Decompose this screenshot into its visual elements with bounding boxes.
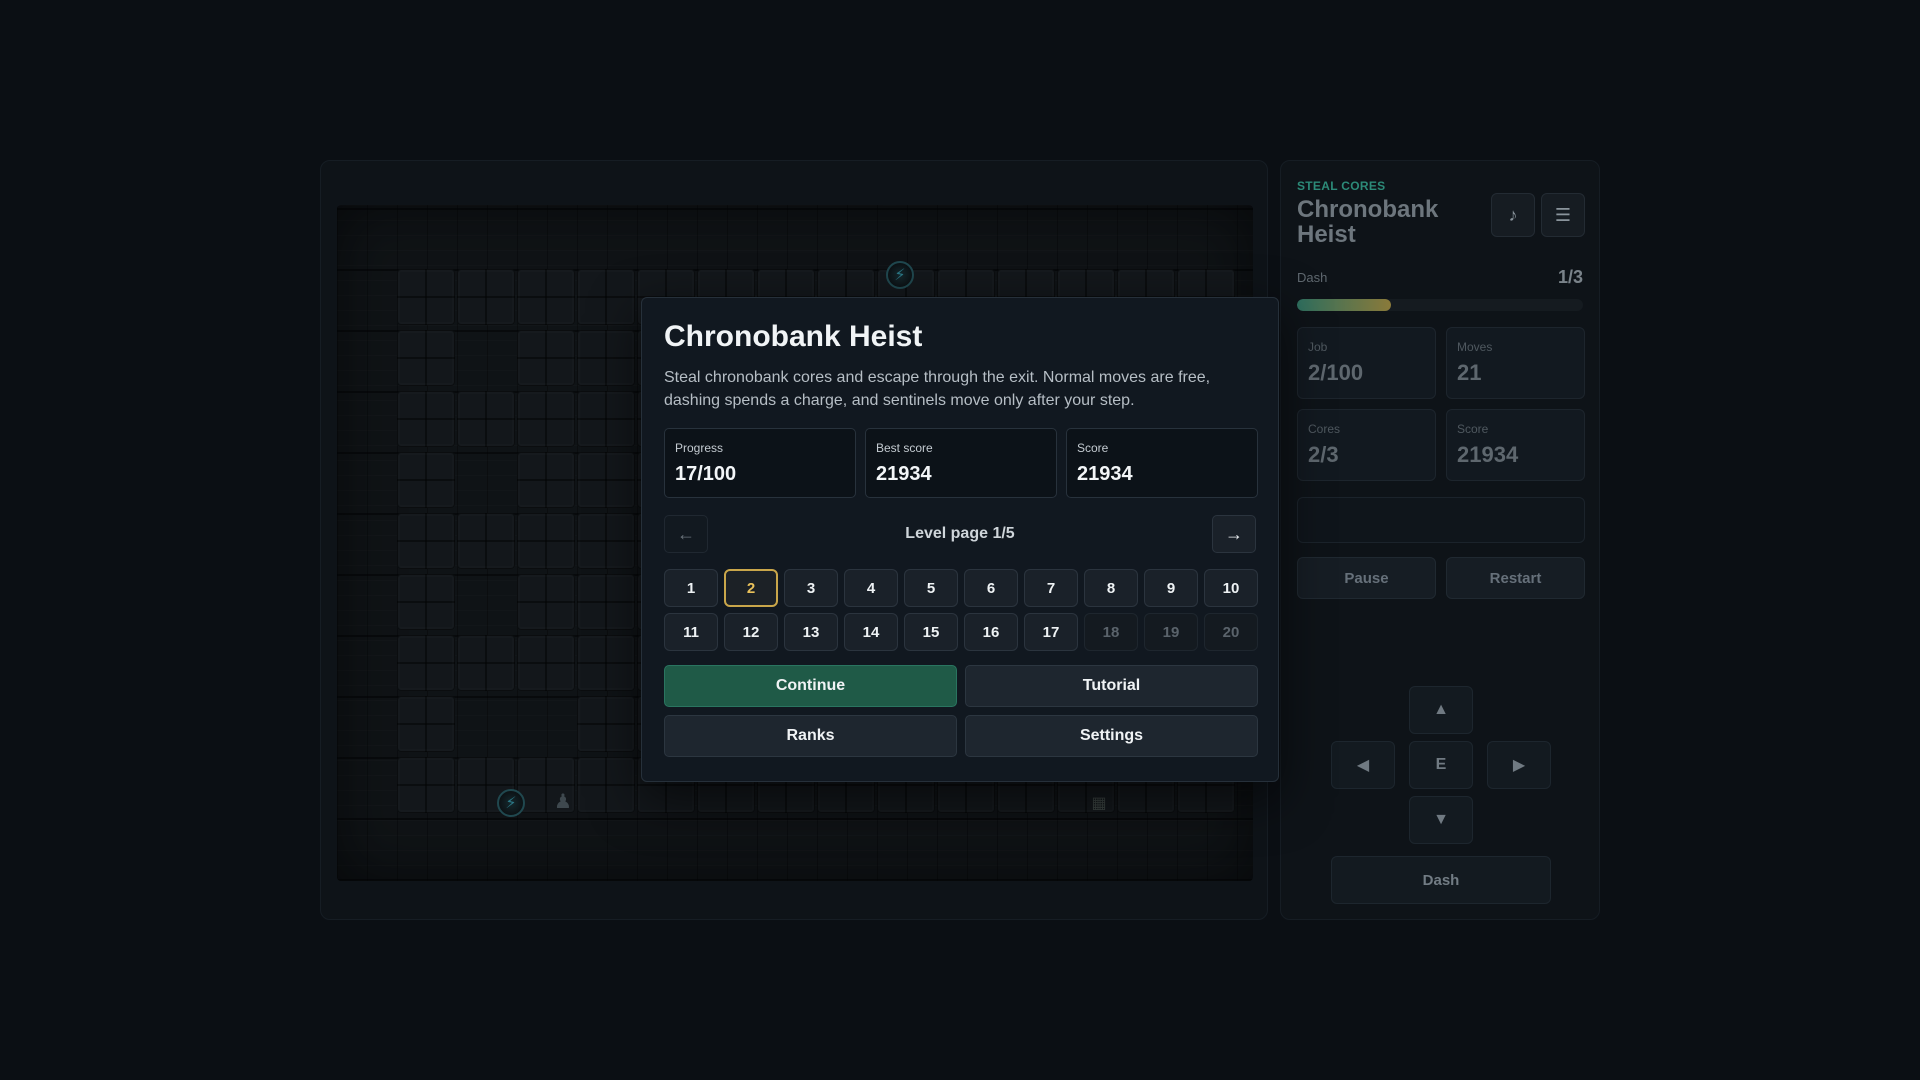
stat-label: Job xyxy=(1308,340,1328,354)
page-label: Level page 1/5 xyxy=(905,525,1015,542)
hamburger-menu-icon: ☰ xyxy=(1554,204,1572,225)
stat-value: 17/100 xyxy=(675,463,737,485)
level-button-17[interactable]: 17 xyxy=(1024,613,1078,651)
move-down-button[interactable]: ▼ xyxy=(1409,796,1473,844)
settings-button[interactable]: Settings xyxy=(965,715,1258,757)
stat-value: 21934 xyxy=(1457,442,1519,467)
stat-label: Progress xyxy=(675,441,724,455)
objective-eyebrow: STEAL CORES xyxy=(1297,179,1386,193)
level-button-9[interactable]: 9 xyxy=(1144,569,1198,607)
stat-card-cores: Cores 2/3 xyxy=(1297,409,1436,481)
dialog-actions: Continue Tutorial Ranks Settings xyxy=(664,665,1258,757)
next-page-button[interactable]: → xyxy=(1211,515,1256,553)
stat-value: 2/3 xyxy=(1308,442,1339,467)
stat-label: Cores xyxy=(1308,422,1341,436)
menu-button[interactable]: ☰ xyxy=(1541,193,1585,237)
music-note-icon: ♪ xyxy=(1508,204,1518,225)
tutorial-button[interactable]: Tutorial xyxy=(965,665,1258,707)
level-button-12[interactable]: 12 xyxy=(724,613,778,651)
level-button-2[interactable]: 2 xyxy=(724,569,778,607)
level-button-14[interactable]: 14 xyxy=(844,613,898,651)
message-box xyxy=(1297,497,1585,543)
level-pager: ← Level page 1/5 → xyxy=(664,515,1256,553)
stat-card-score: Score 21934 xyxy=(1446,409,1585,481)
dash-count: 1/3 xyxy=(1557,267,1583,287)
level-button-18[interactable]: 18 xyxy=(1084,613,1138,651)
stat-label: Moves xyxy=(1457,340,1493,354)
music-button[interactable]: ♪ xyxy=(1491,193,1535,237)
level-grid: 1 2 3 4 5 6 7 8 9 10 11 12 13 14 15 16 17 18 19 20 xyxy=(664,569,1258,651)
level-select-dialog: Chronobank Heist Steal chronobank cores … xyxy=(641,297,1279,782)
dash-progress-bar xyxy=(1297,299,1583,311)
side-panel: STEAL CORES Chronobank Heist ♪ ☰ Dash 1/… xyxy=(1280,160,1600,920)
level-button-19[interactable]: 19 xyxy=(1144,613,1198,651)
restart-button[interactable]: Restart xyxy=(1446,557,1585,599)
stat-label: Score xyxy=(1077,441,1109,455)
level-button-4[interactable]: 4 xyxy=(844,569,898,607)
level-button-13[interactable]: 13 xyxy=(784,613,838,651)
panel-title: Chronobank Heist xyxy=(1297,196,1439,248)
level-button-7[interactable]: 7 xyxy=(1024,569,1078,607)
dialog-description: Steal chronobank cores and escape throug… xyxy=(664,369,1211,409)
stat-card-moves: Moves 21 xyxy=(1446,327,1585,399)
level-button-5[interactable]: 5 xyxy=(904,569,958,607)
stat-value: 2/100 xyxy=(1308,360,1364,385)
move-up-button[interactable]: ▲ xyxy=(1409,686,1473,734)
move-right-button[interactable]: ▶ xyxy=(1487,741,1551,789)
stat-label: Score xyxy=(1457,422,1489,436)
continue-button[interactable]: Continue xyxy=(664,665,957,707)
stat-value: 21934 xyxy=(876,463,932,485)
dialog-stats: Progress 17/100 Best score 21934 Score 21934 xyxy=(664,428,1258,498)
prev-page-button[interactable]: ← xyxy=(664,515,708,553)
level-button-6[interactable]: 6 xyxy=(964,569,1018,607)
interact-button[interactable]: E xyxy=(1409,741,1473,789)
level-button-10[interactable]: 10 xyxy=(1204,569,1258,607)
dialog-stat-progress: Progress 17/100 xyxy=(664,428,856,498)
dash-button[interactable]: Dash xyxy=(1331,856,1551,904)
ranks-button[interactable]: Ranks xyxy=(664,715,957,757)
control-row: Pause Restart xyxy=(1297,557,1585,599)
dash-progress-fill xyxy=(1297,299,1392,311)
dash-label: Dash xyxy=(1297,270,1328,285)
stat-card-job: Job 2/100 xyxy=(1297,327,1436,399)
move-left-button[interactable]: ◀ xyxy=(1331,741,1395,789)
level-button-11[interactable]: 11 xyxy=(664,613,718,651)
dialog-stat-best-score: Best score 21934 xyxy=(865,428,1057,498)
level-button-20[interactable]: 20 xyxy=(1204,613,1258,651)
stat-label: Best score xyxy=(876,441,933,455)
panel-stats: Job 2/100 Moves 21 Cores 2/3 Score 21934 xyxy=(1297,327,1585,481)
level-button-16[interactable]: 16 xyxy=(964,613,1018,651)
dialog-title: Chronobank Heist xyxy=(664,320,923,353)
level-button-1[interactable]: 1 xyxy=(664,569,718,607)
pause-button[interactable]: Pause xyxy=(1297,557,1436,599)
level-button-15[interactable]: 15 xyxy=(904,613,958,651)
stat-value: 21 xyxy=(1457,360,1482,385)
level-button-8[interactable]: 8 xyxy=(1084,569,1138,607)
dialog-stat-score: Score 21934 xyxy=(1066,428,1258,498)
stat-value: 21934 xyxy=(1077,463,1133,485)
dash-meter-header: Dash 1/3 xyxy=(1297,267,1583,288)
level-button-3[interactable]: 3 xyxy=(784,569,838,607)
